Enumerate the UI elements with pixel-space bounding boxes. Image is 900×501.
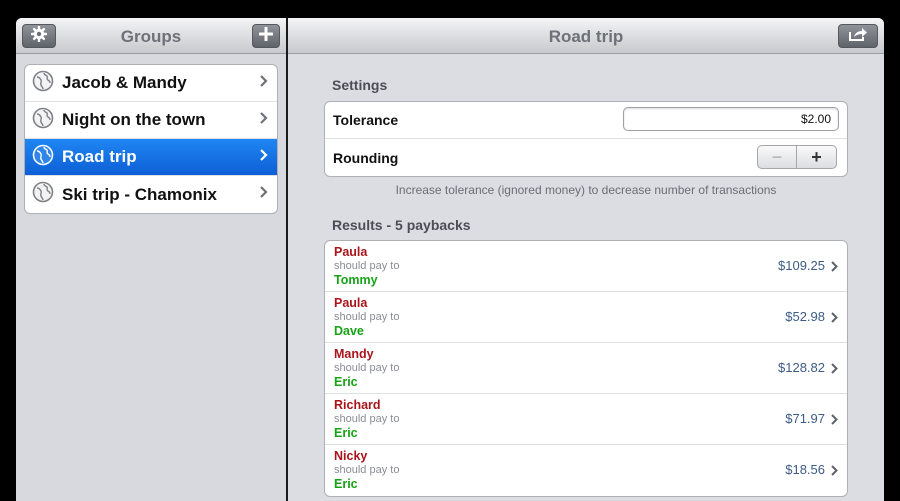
globe-icon <box>32 181 54 208</box>
share-button[interactable] <box>838 24 878 48</box>
payee-name: Eric <box>334 375 358 389</box>
payer-name: Nicky <box>334 449 368 463</box>
group-label: Ski trip - Chamonix <box>62 184 217 204</box>
groups-navbar: Groups <box>16 18 286 54</box>
payback-amount: $18.56 <box>785 462 825 477</box>
settings-heading: Settings <box>332 77 388 93</box>
payee-name: Dave <box>334 324 364 338</box>
globe-icon <box>32 107 54 134</box>
plus-icon <box>258 26 274 46</box>
group-item-selected[interactable]: Road trip <box>25 139 277 176</box>
should-pay-text: should pay to <box>334 413 400 425</box>
should-pay-text: should pay to <box>334 362 400 374</box>
group-label: Night on the town <box>62 110 206 129</box>
chevron-right-icon <box>830 413 839 431</box>
increment-button[interactable]: + <box>797 146 836 168</box>
payee-name: Eric <box>334 477 358 491</box>
payback-row[interactable]: Paula should pay to Tommy $109.25 <box>325 241 847 292</box>
chevron-right-icon <box>259 111 269 130</box>
detail-navbar: Road trip <box>288 18 884 54</box>
groups-panel: Groups Jacob & Mandy Night on the town R… <box>16 18 286 501</box>
chevron-right-icon <box>830 311 839 329</box>
rounding-stepper: − + <box>757 145 837 169</box>
chevron-right-icon <box>830 464 839 482</box>
chevron-right-icon <box>259 185 269 204</box>
payee-name: Eric <box>334 426 358 440</box>
group-label: Jacob & Mandy <box>62 73 187 92</box>
payback-amount: $52.98 <box>785 309 825 324</box>
payee-name: Tommy <box>334 273 378 287</box>
tolerance-hint: Increase tolerance (ignored money) to de… <box>395 183 777 197</box>
payback-row[interactable]: Richard should pay to Eric $71.97 <box>325 394 847 445</box>
results-list: Paula should pay to Tommy $109.25 Paula … <box>324 240 848 497</box>
payback-amount: $109.25 <box>778 258 825 273</box>
payback-row[interactable]: Mandy should pay to Eric $128.82 <box>325 343 847 394</box>
payback-row[interactable]: Paula should pay to Dave $52.98 <box>325 292 847 343</box>
groups-title: Groups <box>120 27 182 46</box>
group-item[interactable]: Jacob & Mandy <box>25 65 277 102</box>
tolerance-input[interactable]: $2.00 <box>623 107 839 131</box>
group-label: Road trip <box>62 147 137 166</box>
should-pay-text: should pay to <box>334 311 400 323</box>
settings-card: Tolerance $2.00 Rounding − + <box>324 101 848 177</box>
should-pay-text: should pay to <box>334 260 400 272</box>
globe-icon <box>32 70 54 97</box>
chevron-right-icon <box>830 362 839 380</box>
detail-panel: Road trip Settings Tolerance $2.00 Round… <box>288 18 884 501</box>
chevron-right-icon <box>830 260 839 278</box>
detail-title: Road trip <box>548 27 624 46</box>
chevron-right-icon <box>259 74 269 93</box>
group-item[interactable]: Night on the town <box>25 102 277 139</box>
chevron-right-icon <box>259 148 269 167</box>
tolerance-label: Tolerance <box>333 112 399 128</box>
payback-row[interactable]: Nicky should pay to Eric $18.56 <box>325 445 847 496</box>
groups-list: Jacob & Mandy Night on the town Road tri… <box>24 64 278 214</box>
app-window: Groups Jacob & Mandy Night on the town R… <box>16 18 884 501</box>
rounding-label: Rounding <box>333 149 399 166</box>
payer-name: Richard <box>334 398 381 412</box>
results-heading: Results - 5 paybacks <box>332 217 471 233</box>
should-pay-text: should pay to <box>334 464 400 476</box>
decrement-button[interactable]: − <box>758 146 798 168</box>
rounding-row: Rounding − + <box>325 139 847 176</box>
payer-name: Paula <box>334 245 368 259</box>
add-group-button[interactable] <box>252 24 280 48</box>
group-item[interactable]: Ski trip - Chamonix <box>25 176 277 213</box>
payback-amount: $71.97 <box>785 411 825 426</box>
payer-name: Mandy <box>334 347 374 361</box>
payer-name: Paula <box>334 296 368 310</box>
globe-icon <box>32 144 54 171</box>
tolerance-row: Tolerance $2.00 <box>325 102 847 139</box>
payback-amount: $128.82 <box>778 360 825 375</box>
share-icon <box>848 26 868 47</box>
